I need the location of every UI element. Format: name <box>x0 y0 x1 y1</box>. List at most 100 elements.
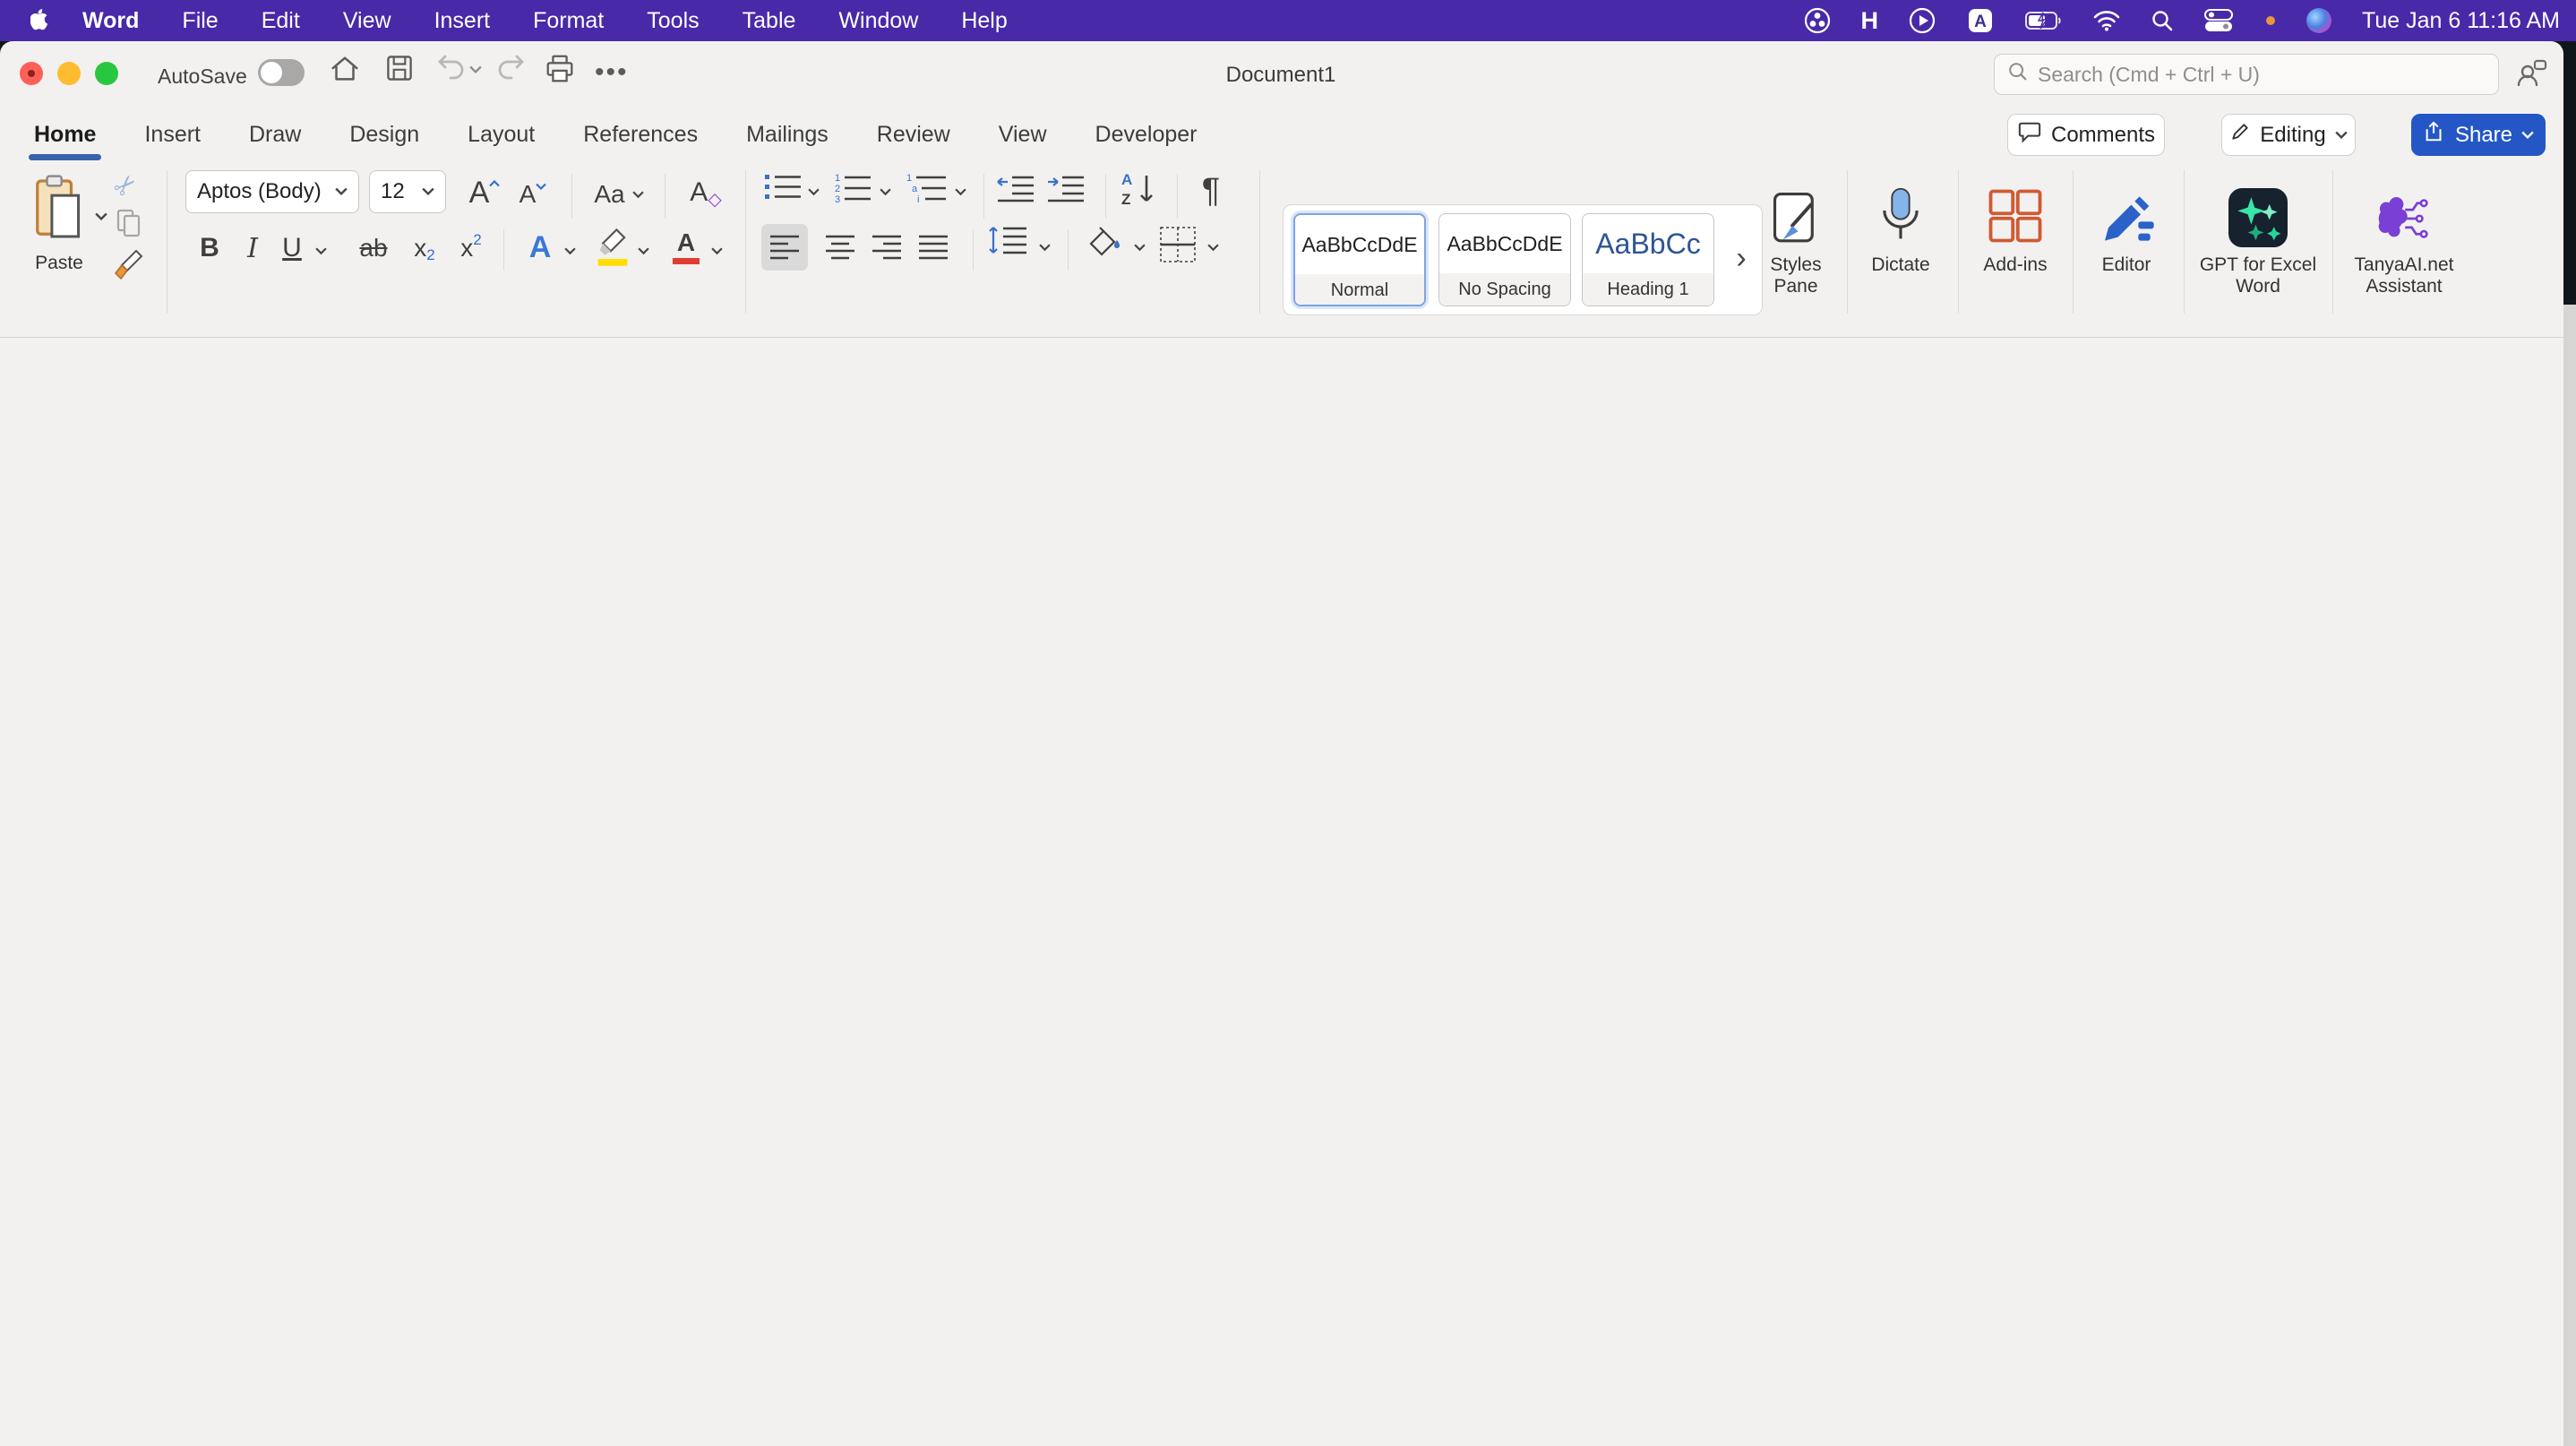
styles-pane-label: Styles Pane <box>1755 254 1837 297</box>
paste-dropdown-chevron-icon[interactable] <box>95 210 107 226</box>
subscript-button[interactable]: x2 <box>405 228 444 269</box>
autosave-toggle[interactable] <box>258 59 305 86</box>
editor-button[interactable]: Editor <box>2082 174 2171 276</box>
close-window-button[interactable] <box>20 62 43 85</box>
decrease-indent-button[interactable] <box>996 174 1035 202</box>
siri-icon[interactable] <box>2306 8 2331 33</box>
align-right-button[interactable] <box>863 224 910 271</box>
tab-review[interactable]: Review <box>873 122 954 148</box>
menu-tools[interactable]: Tools <box>647 8 699 34</box>
comments-button[interactable]: Comments <box>2007 114 2165 156</box>
obs-status-icon[interactable] <box>1804 7 1831 34</box>
tab-mailings[interactable]: Mailings <box>743 122 832 148</box>
italic-button[interactable]: I <box>236 228 269 269</box>
play-status-icon[interactable] <box>1909 7 1936 34</box>
save-icon[interactable] <box>383 52 416 89</box>
tab-layout[interactable]: Layout <box>464 122 538 148</box>
style-normal[interactable]: AaBbCcDdE Normal <box>1293 213 1426 306</box>
addins-button[interactable]: Add-ins <box>1967 174 2064 276</box>
control-center-icon[interactable] <box>2204 8 2235 33</box>
superscript-button[interactable]: x2 <box>451 228 491 269</box>
bullets-button[interactable] <box>763 172 803 202</box>
grow-font-button[interactable]: A <box>464 172 505 213</box>
gpt-for-excel-word-button[interactable]: GPT for Excel Word <box>2193 174 2323 297</box>
strikethrough-button[interactable]: ab <box>351 228 396 269</box>
menu-insert[interactable]: Insert <box>434 8 491 34</box>
zoom-window-button[interactable] <box>95 62 118 85</box>
show-paragraph-marks-button[interactable]: ¶ <box>1191 168 1231 213</box>
numbering-button[interactable]: 123 <box>833 172 872 204</box>
highlight-button[interactable] <box>589 224 636 271</box>
shading-button[interactable] <box>1082 224 1127 263</box>
tab-design[interactable]: Design <box>346 122 423 148</box>
numbering-chevron-icon[interactable] <box>880 185 891 201</box>
bold-button[interactable]: B <box>192 228 228 269</box>
print-icon[interactable] <box>543 52 577 90</box>
clear-formatting-button[interactable]: A◇ <box>681 172 731 213</box>
home-icon[interactable] <box>328 52 362 90</box>
align-left-button[interactable] <box>761 224 808 271</box>
more-toolbar-icon[interactable]: ••• <box>595 57 629 88</box>
paste-button[interactable] <box>21 168 97 249</box>
dictate-button[interactable]: Dictate <box>1856 174 1945 276</box>
tab-references[interactable]: References <box>580 122 701 148</box>
copy-icon <box>115 208 143 243</box>
text-effects-chevron-icon[interactable] <box>564 244 576 260</box>
tab-view[interactable]: View <box>995 122 1051 148</box>
style-no-spacing[interactable]: AaBbCcDdE No Spacing <box>1438 213 1571 306</box>
menu-table[interactable]: Table <box>743 8 796 34</box>
tab-developer[interactable]: Developer <box>1092 122 1201 148</box>
line-spacing-chevron-icon[interactable] <box>1039 240 1051 256</box>
shrink-font-button[interactable]: A <box>512 174 554 215</box>
underline-chevron-icon[interactable] <box>315 244 327 260</box>
apple-menu-icon[interactable] <box>30 6 52 36</box>
change-case-button[interactable]: Aa <box>588 174 650 215</box>
multilevel-list-button[interactable]: 1ai <box>905 172 948 204</box>
line-spacing-button[interactable] <box>987 224 1032 256</box>
justify-button[interactable] <box>910 224 957 271</box>
align-center-button[interactable] <box>817 224 863 271</box>
undo-dropdown-chevron-icon[interactable] <box>469 63 482 79</box>
multilevel-chevron-icon[interactable] <box>955 185 966 201</box>
format-painter-icon[interactable] <box>113 247 145 286</box>
menu-format[interactable]: Format <box>533 8 604 34</box>
borders-button[interactable] <box>1157 224 1198 265</box>
styles-pane-button[interactable]: Styles Pane <box>1755 174 1837 297</box>
minimize-window-button[interactable] <box>57 62 81 85</box>
menu-window[interactable]: Window <box>838 8 918 34</box>
font-name-select[interactable]: Aptos (Body) <box>185 170 359 213</box>
bullets-chevron-icon[interactable] <box>808 185 820 201</box>
menu-help[interactable]: Help <box>961 8 1007 34</box>
tanyaai-assistant-button[interactable]: TanyaAI.net Assistant <box>2336 174 2472 297</box>
tab-insert[interactable]: Insert <box>141 122 204 148</box>
spotlight-search-icon[interactable] <box>2151 9 2174 32</box>
text-effects-button[interactable]: A <box>519 226 561 269</box>
a-app-status-icon[interactable]: A <box>1966 6 1995 35</box>
share-button[interactable]: Share <box>2411 114 2546 156</box>
styles-gallery-more-button[interactable]: › <box>1727 240 1756 276</box>
sort-button[interactable]: AZ <box>1120 168 1161 208</box>
borders-chevron-icon[interactable] <box>1207 240 1219 256</box>
hand-mirror-status-icon[interactable]: H <box>1861 7 1879 35</box>
increase-indent-button[interactable] <box>1046 174 1086 202</box>
tab-home[interactable]: Home <box>30 122 99 148</box>
editing-mode-button[interactable]: Editing <box>2221 114 2356 156</box>
highlight-chevron-icon[interactable] <box>638 244 649 260</box>
wifi-status-icon[interactable] <box>2093 10 2120 31</box>
tab-draw[interactable]: Draw <box>245 122 305 148</box>
battery-status-icon[interactable] <box>2025 11 2063 30</box>
shading-chevron-icon[interactable] <box>1134 240 1146 256</box>
font-size-select[interactable]: 12 <box>369 170 446 213</box>
menu-app-name[interactable]: Word <box>82 8 139 34</box>
font-color-button[interactable]: A <box>665 224 708 271</box>
menu-file[interactable]: File <box>182 8 218 34</box>
menu-bar-clock[interactable]: Tue Jan 6 11:16 AM <box>2362 8 2560 34</box>
font-color-chevron-icon[interactable] <box>711 244 723 260</box>
style-heading1[interactable]: AaBbCc Heading 1 <box>1582 213 1714 306</box>
menu-edit[interactable]: Edit <box>262 8 300 34</box>
menu-view[interactable]: View <box>343 8 391 34</box>
underline-button[interactable]: U <box>274 228 310 269</box>
search-input[interactable]: Search (Cmd + Ctrl + U) <box>1994 54 2499 95</box>
ribbon: Paste ✂ Aptos (Body) 12 A A Aa A◇ B I U <box>0 161 2563 338</box>
presence-icon[interactable] <box>2513 56 2549 96</box>
